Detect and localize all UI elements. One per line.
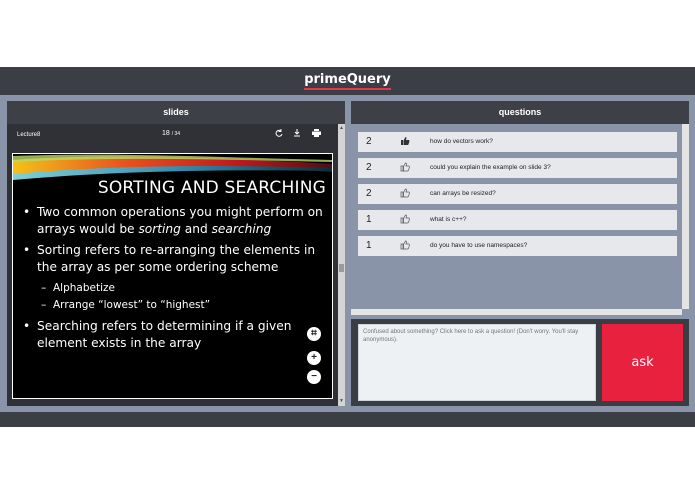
top-bar: primeQuery <box>0 67 695 95</box>
vote-count: 1 <box>366 240 372 251</box>
download-icon[interactable] <box>292 129 302 139</box>
slides-scrollbar[interactable]: ▲ ▼ <box>338 124 345 406</box>
zoom-out-button[interactable]: − <box>307 370 321 384</box>
questions-list: 2 how do vectors work? 2 could you expla… <box>351 124 682 309</box>
questions-header: questions <box>351 101 689 124</box>
app-logo: primeQuery <box>0 72 695 90</box>
page-indicator: 18 / 34 <box>162 130 180 137</box>
ask-button[interactable]: ask <box>602 324 683 401</box>
question-text: can arrays be resized? <box>430 190 496 197</box>
rotate-icon[interactable] <box>274 129 284 139</box>
slide-sub-bullet: Alphabetize <box>23 280 332 297</box>
thumbs-up-icon[interactable] <box>400 188 410 201</box>
vote-count: 2 <box>366 188 372 199</box>
scroll-up-arrow[interactable]: ▲ <box>338 125 345 131</box>
thumbs-up-icon[interactable] <box>400 162 410 175</box>
question-row[interactable]: 2 could you explain the example on slide… <box>358 158 677 178</box>
question-text: do you have to use namespaces? <box>430 242 528 249</box>
bottom-bar <box>0 412 695 427</box>
slide-bullet: Two common operations you might perform … <box>23 204 332 238</box>
slide-bullet: Sorting refers to re-arranging the eleme… <box>23 242 332 276</box>
print-icon[interactable] <box>311 129 321 139</box>
question-row[interactable]: 2 how do vectors work? <box>358 132 677 152</box>
slides-header: slides <box>7 101 345 124</box>
ask-question-area: ask <box>351 319 689 406</box>
question-input[interactable] <box>358 324 596 401</box>
slide-sub-bullet: Arrange “lowest” to “highest” <box>23 297 332 314</box>
vote-count: 2 <box>366 162 372 173</box>
page-total: 34 <box>174 131 181 137</box>
questions-panel: questions 2 how do vectors work? 2 could… <box>351 101 689 406</box>
questions-scrollbar[interactable] <box>682 124 689 309</box>
fit-page-button[interactable]: ⌗ <box>307 327 321 341</box>
app-frame: primeQuery slides Lecture8 18 / 34 SORTI… <box>0 67 695 427</box>
zoom-in-button[interactable]: + <box>307 351 321 365</box>
slides-panel: slides Lecture8 18 / 34 SORTING AND SEAR… <box>7 101 345 406</box>
scroll-down-arrow[interactable]: ▼ <box>338 398 345 404</box>
questions-list-area: 2 how do vectors work? 2 could you expla… <box>351 124 682 309</box>
slide-title: SORTING AND SEARCHING <box>97 178 326 198</box>
thumbs-up-icon[interactable] <box>400 136 410 149</box>
scroll-thumb[interactable] <box>339 264 344 272</box>
question-row[interactable]: 2 can arrays be resized? <box>358 184 677 204</box>
slide-bullet: Searching refers to determining if a giv… <box>23 318 332 352</box>
slide-page: SORTING AND SEARCHING Two common operati… <box>12 153 333 399</box>
vote-count: 2 <box>366 136 372 147</box>
pdf-file-name: Lecture8 <box>17 132 41 138</box>
question-text: how do vectors work? <box>430 138 493 145</box>
pdf-toolbar: Lecture8 18 / 34 <box>7 124 338 146</box>
questions-horizontal-scrollbar[interactable] <box>351 309 682 315</box>
page-separator: / <box>171 131 174 137</box>
thumbs-up-icon[interactable] <box>400 240 410 253</box>
question-text: what is c++? <box>430 216 467 223</box>
question-row[interactable]: 1 what is c++? <box>358 210 677 230</box>
page-current: 18 <box>162 130 170 137</box>
slide-viewer[interactable]: SORTING AND SEARCHING Two common operati… <box>7 146 338 406</box>
question-row[interactable]: 1 do you have to use namespaces? <box>358 236 677 256</box>
thumbs-up-icon[interactable] <box>400 214 410 227</box>
vote-count: 1 <box>366 214 372 225</box>
question-text: could you explain the example on slide 3… <box>430 164 551 171</box>
slide-bullets: Two common operations you might perform … <box>23 204 332 356</box>
